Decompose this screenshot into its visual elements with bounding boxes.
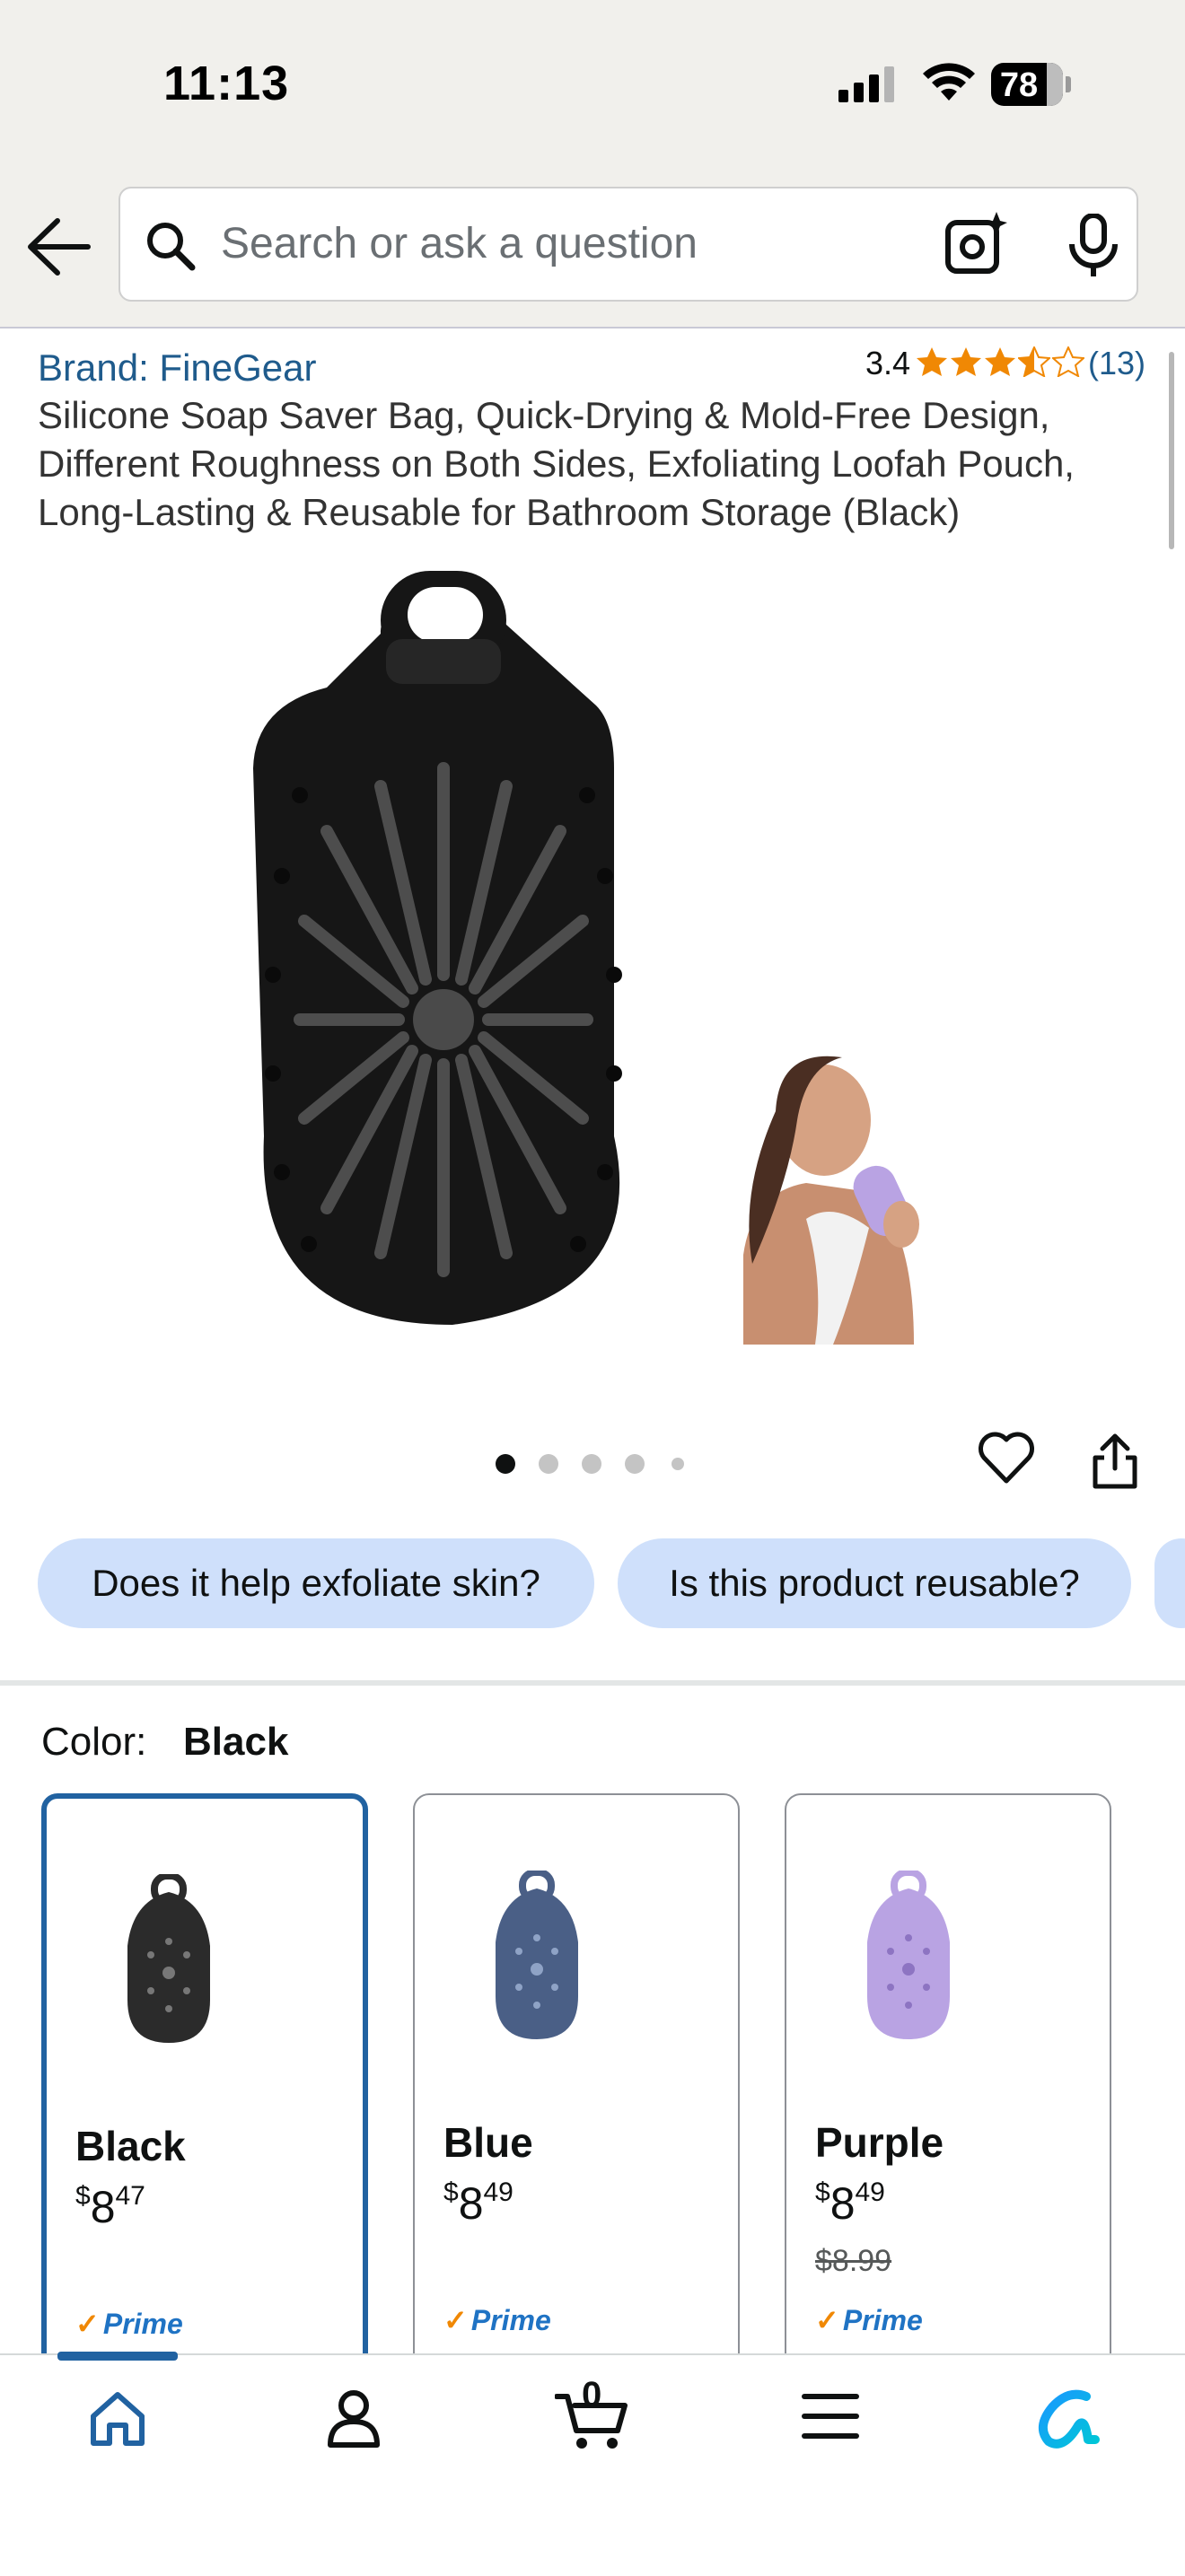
wifi-icon xyxy=(923,63,975,101)
swatch-thumbnail xyxy=(867,1871,950,2039)
star-full-icon xyxy=(951,347,981,376)
rating-value: 3.4 xyxy=(865,345,911,381)
section-divider xyxy=(0,1680,1185,1686)
swatch-name: Black xyxy=(75,2123,186,2169)
battery-level: 78 xyxy=(999,66,1039,104)
swatch-price: $847 xyxy=(75,2181,145,2232)
status-time: 11:13 xyxy=(163,57,290,110)
star-half-icon xyxy=(1018,346,1050,377)
swatch-price: $849 xyxy=(815,2177,885,2229)
swatch-thumbnail xyxy=(127,1874,210,2043)
heart-icon[interactable] xyxy=(977,1431,1036,1485)
swatch-thumbnail xyxy=(496,1871,578,2039)
star-full-icon xyxy=(917,347,947,376)
question-chip-label: Does it help exfoliate skin? xyxy=(92,1562,540,1604)
share-icon[interactable] xyxy=(1088,1433,1142,1490)
search-icon xyxy=(147,223,196,271)
question-chip[interactable]: Does it help exfoliate skin? xyxy=(38,1538,594,1628)
swatch-list-price: $8.99 xyxy=(815,2244,892,2278)
scrollbar[interactable] xyxy=(1169,352,1174,549)
prime-badge: ✓ Prime xyxy=(75,2308,183,2340)
star-rating[interactable] xyxy=(916,346,1084,377)
question-chip-label: Is this product reusable? xyxy=(669,1562,1080,1604)
search-placeholder: Search or ask a question xyxy=(221,220,698,267)
review-count-link[interactable]: (13) xyxy=(1088,345,1146,382)
cart-count: 0 xyxy=(582,2375,602,2414)
rufus-assistant-icon[interactable] xyxy=(1032,2388,1101,2450)
home-icon[interactable] xyxy=(86,2388,149,2450)
product-title: Silicone Soap Saver Bag, Quick-Drying & … xyxy=(38,394,1075,533)
back-arrow-icon[interactable] xyxy=(25,215,93,278)
prime-badge: ✓ Prime xyxy=(443,2304,551,2336)
pager-dot[interactable] xyxy=(582,1454,601,1474)
menu-icon[interactable] xyxy=(799,2388,862,2445)
prime-badge: ✓ Prime xyxy=(815,2304,923,2336)
cellular-signal-icon xyxy=(838,66,894,102)
color-selected-value: Black xyxy=(183,1720,289,1764)
swatch-name: Purple xyxy=(815,2119,944,2166)
account-icon[interactable] xyxy=(325,2388,382,2450)
pager-dot[interactable] xyxy=(539,1454,558,1474)
active-tab-indicator xyxy=(57,2352,178,2361)
camera-lens-icon[interactable] xyxy=(943,212,1007,276)
question-chip-overflow[interactable] xyxy=(1154,1538,1185,1628)
brand-link[interactable]: Brand: FineGear xyxy=(38,346,317,390)
question-chip[interactable]: Is this product reusable? xyxy=(618,1538,1131,1628)
pager-dot-active[interactable] xyxy=(496,1454,515,1474)
model-photo xyxy=(743,1056,919,1345)
star-full-icon xyxy=(985,347,1015,376)
product-image[interactable] xyxy=(246,562,659,1325)
color-label: Color: xyxy=(41,1720,147,1764)
microphone-icon[interactable] xyxy=(1066,214,1120,278)
swatch-price: $849 xyxy=(443,2177,514,2229)
color-option-purple[interactable]: Purple $849 $8.99 ✓ Prime xyxy=(785,1793,1111,2440)
battery-indicator: 78 xyxy=(991,63,1071,106)
star-empty-icon xyxy=(1052,346,1084,377)
color-option-black[interactable]: Black $847 ✓ Prime xyxy=(41,1793,368,2440)
color-option-blue[interactable]: Blue $849 ✓ Prime xyxy=(413,1793,740,2440)
pager-dot[interactable] xyxy=(625,1454,645,1474)
swatch-name: Blue xyxy=(443,2119,533,2166)
pager-dot[interactable] xyxy=(672,1458,684,1470)
